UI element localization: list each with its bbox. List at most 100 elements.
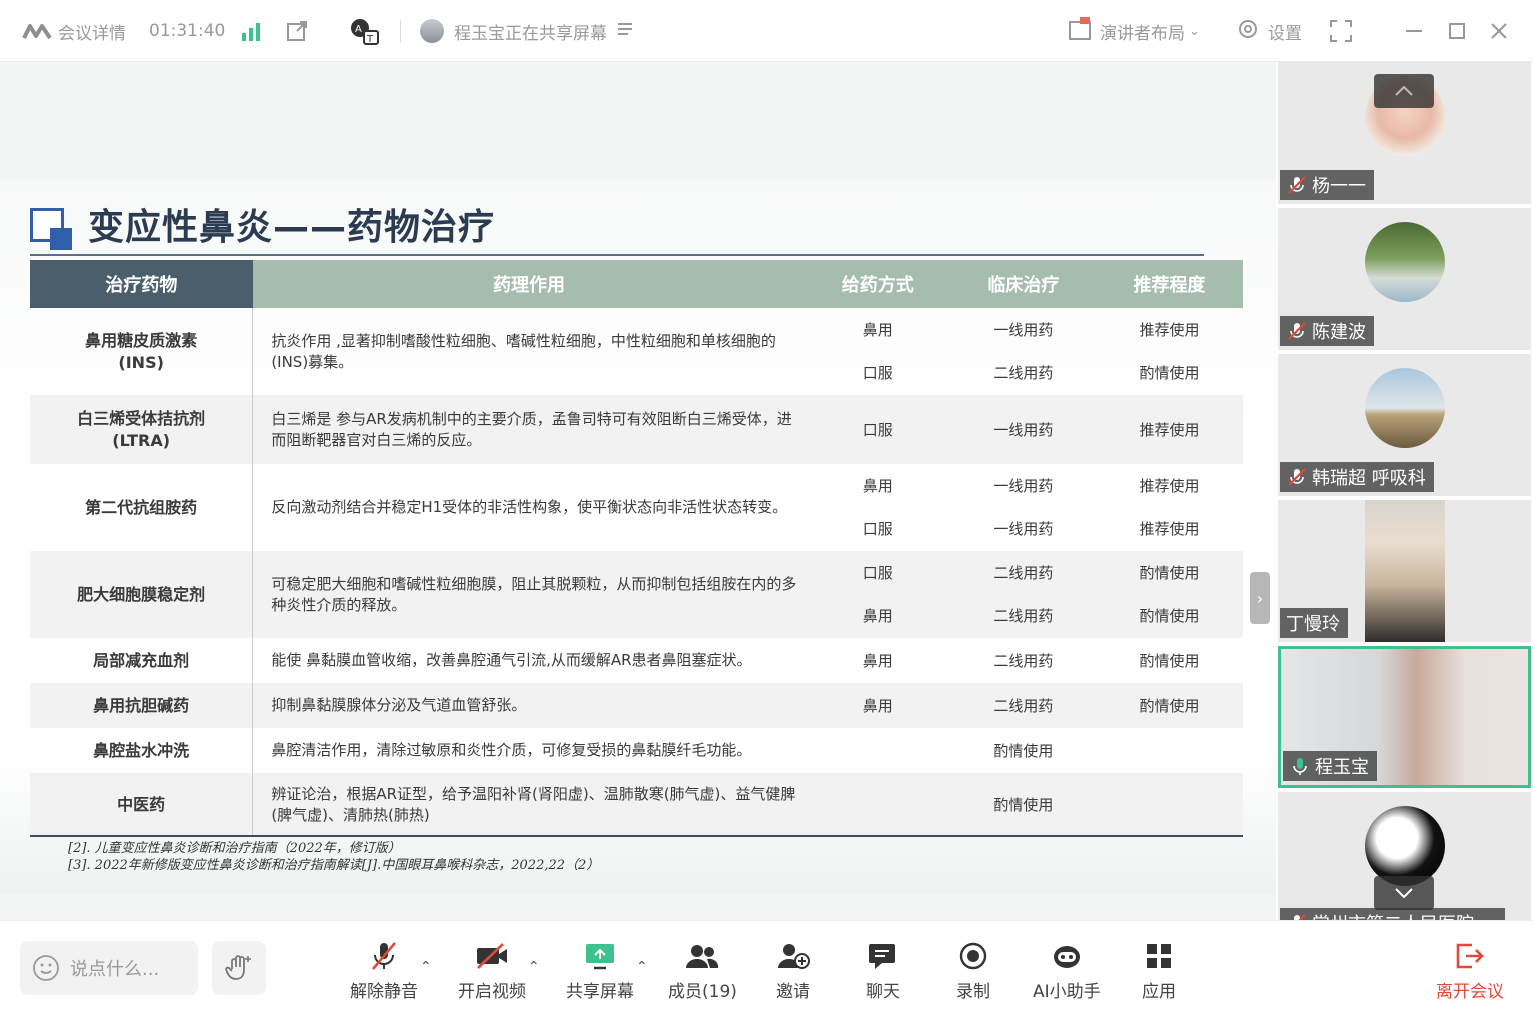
rec-text xyxy=(1096,728,1242,773)
route-text xyxy=(805,773,951,836)
participant-tile[interactable]: 陈建波 xyxy=(1278,208,1531,350)
rec-text: 推荐使用 xyxy=(1096,395,1243,464)
line-text: 二线用药 xyxy=(993,363,1054,382)
ai-label: AI小助手 xyxy=(1033,982,1101,1002)
gear-icon xyxy=(1236,17,1260,46)
share-options-caret[interactable]: ⌃ xyxy=(636,959,648,975)
participant-name: 程玉宝 xyxy=(1315,757,1369,778)
scroll-up-button[interactable] xyxy=(1374,74,1434,108)
participant-name: 丁慢玲 xyxy=(1286,614,1340,635)
table-row: 鼻用抗胆碱药 抑制鼻黏膜腺体分泌及气道血管舒张。 鼻用 二线用药 酌情使用 xyxy=(30,683,1243,728)
ai-assistant-button[interactable]: AI小助手 xyxy=(1033,939,1101,1002)
top-bar: 会议详情 01:31:40 AT 程玉宝正在共享屏幕 演讲者布局 ⌄ 设置 xyxy=(0,0,1533,62)
drug-name: 鼻用糖皮质激素 (INS) xyxy=(30,308,254,395)
svg-text:A: A xyxy=(355,24,362,35)
apps-grid-icon xyxy=(1142,939,1176,973)
table-row: 鼻腔盐水冲洗 鼻腔清洁作用，清除过敏原和炎性介质，可修复受损的鼻黏膜纤毛功能。 … xyxy=(30,728,1243,773)
rec-text: 酌情使用 xyxy=(1139,563,1200,582)
signal-icon[interactable] xyxy=(240,18,262,44)
members-label: 成员(19) xyxy=(668,982,737,1002)
svg-text:T: T xyxy=(366,34,374,45)
audio-options-caret[interactable]: ⌃ xyxy=(420,959,432,975)
table-row: 局部减充血剂 能使 鼻黏膜血管收缩，改善鼻腔通气引流,从而缓解AR患者鼻阻塞症状… xyxy=(30,638,1243,683)
leave-meeting-button[interactable]: 离开会议 xyxy=(1436,939,1504,1002)
route-text: 口服 xyxy=(862,563,893,582)
translate-icon[interactable]: AT xyxy=(350,18,380,45)
drug-abbr-text: (LTRA) xyxy=(112,430,171,450)
layout-label: 演讲者布局 xyxy=(1100,23,1185,44)
chevron-down-icon xyxy=(1395,888,1413,898)
sharer-avatar xyxy=(420,19,444,43)
line-text: 二线用药 xyxy=(993,606,1054,625)
start-video-button[interactable]: 开启视频 xyxy=(458,939,526,1002)
header-cell: 给药方式 xyxy=(805,260,951,308)
drug-name-text: 鼻用糖皮质激素 xyxy=(85,330,198,350)
exit-icon xyxy=(1453,939,1487,973)
participant-tile-active[interactable]: 程玉宝 xyxy=(1278,646,1531,788)
maximize-icon[interactable] xyxy=(1448,18,1466,44)
route-cell: 口服 鼻用 xyxy=(805,551,951,638)
line-text: 一线用药 xyxy=(993,519,1054,538)
share-screen-button[interactable]: 共享屏幕 xyxy=(566,939,634,1002)
medication-table: 治疗药物 药理作用 给药方式 临床治疗 推荐程度 鼻用糖皮质激素 (INS) 抗炎… xyxy=(30,260,1243,836)
drug-abbr-text: (INS) xyxy=(118,352,164,372)
participant-tile[interactable]: 韩瑞超 呼吸科 xyxy=(1278,354,1531,496)
drug-desc: 可稳定肥大细胞和嗜碱性粒细胞膜，阻止其脱颗粒，从而抑制包括组胺在内的多种炎性介质… xyxy=(252,551,806,638)
rec-cell: 推荐使用 酌情使用 xyxy=(1096,308,1242,395)
reference-item: [2]. 儿童变应性鼻炎诊断和治疗指南（2022年，修订版） xyxy=(68,841,401,856)
record-button[interactable]: 录制 xyxy=(956,939,990,1002)
mic-muted-icon xyxy=(1288,176,1306,194)
scroll-down-button[interactable] xyxy=(1374,876,1434,910)
settings-button[interactable]: 设置 xyxy=(1236,18,1302,44)
avatar xyxy=(1365,806,1445,886)
bottom-toolbar: 说点什么... 解除静音 ⌃ 开启视频 ⌃ 共享屏幕 ⌃ 成员(19) 邀请 聊… xyxy=(0,920,1533,1014)
drug-desc: 反向激动剂结合并稳定H1受体的非活性构象，使平衡状态向非活性状态转变。 xyxy=(271,498,788,516)
rec-text: 推荐使用 xyxy=(1139,320,1200,339)
route-text: 鼻用 xyxy=(862,652,893,670)
rec-text xyxy=(1096,773,1243,836)
apps-button[interactable]: 应用 xyxy=(1142,939,1176,1002)
members-button[interactable]: 成员(19) xyxy=(668,939,737,1002)
close-icon[interactable] xyxy=(1490,18,1508,44)
shared-screen: 变应性鼻炎——药物治疗 治疗药物 药理作用 给药方式 临床治疗 推荐程度 鼻用糖… xyxy=(0,62,1276,920)
list-icon xyxy=(617,21,633,41)
slide: 变应性鼻炎——药物治疗 治疗药物 药理作用 给药方式 临床治疗 推荐程度 鼻用糖… xyxy=(0,180,1276,894)
sharing-status[interactable]: 程玉宝正在共享屏幕 xyxy=(420,18,633,44)
line-cell: 二线用药 二线用药 xyxy=(950,551,1097,638)
route-text: 鼻用 xyxy=(862,320,893,339)
references: [2]. 儿童变应性鼻炎诊断和治疗指南（2022年，修订版） [3]. 2022… xyxy=(68,840,599,874)
record-label: 录制 xyxy=(956,982,990,1002)
chat-icon xyxy=(866,939,900,973)
drug-desc: 抑制鼻黏膜腺体分泌及气道血管舒张。 xyxy=(252,683,806,728)
meeting-info-button[interactable]: 会议详情 xyxy=(22,18,126,44)
unmute-button[interactable]: 解除静音 xyxy=(350,939,418,1002)
header-cell: 药理作用 xyxy=(252,260,806,308)
participant-name: 杨一一 xyxy=(1312,176,1366,197)
avatar xyxy=(1365,368,1445,448)
emoji-icon xyxy=(33,955,59,981)
quick-chat-input[interactable]: 说点什么... xyxy=(20,941,198,995)
table-row: 白三烯受体拮抗剂 (LTRA) 白三烯是 参与AR发病机制中的主要介质，孟鲁司特可… xyxy=(30,395,1243,464)
fullscreen-icon[interactable] xyxy=(1330,18,1352,44)
members-icon xyxy=(685,939,719,973)
participant-tile[interactable]: 丁慢玲 xyxy=(1278,500,1531,642)
minimize-icon[interactable] xyxy=(1405,18,1423,44)
ai-robot-icon xyxy=(1050,939,1084,973)
chat-button[interactable]: 聊天 xyxy=(866,939,900,1002)
drug-name-text: 白三烯受体拮抗剂 xyxy=(77,408,206,428)
video-options-caret[interactable]: ⌃ xyxy=(528,959,540,975)
layout-dropdown[interactable]: 演讲者布局 ⌄ xyxy=(1068,16,1200,44)
table-bottom-rule xyxy=(30,835,1243,837)
raise-hand-button[interactable] xyxy=(212,941,266,995)
route-text: 鼻用 xyxy=(862,476,893,495)
video-label: 开启视频 xyxy=(458,982,526,1002)
table-row: 第二代抗组胺药 反向激动剂结合并稳定H1受体的非活性构象，使平衡状态向非活性状态… xyxy=(30,464,1243,551)
popout-icon[interactable] xyxy=(285,18,309,44)
mic-muted-icon xyxy=(1288,322,1306,340)
drug-name: 鼻用抗胆碱药 xyxy=(30,683,254,728)
drug-desc: 抗炎作用 ,显著抑制嗜酸性粒细胞、嗜碱性粒细胞，中性粒细胞和单核细胞的(INS)… xyxy=(271,331,776,371)
expand-panel-handle[interactable]: › xyxy=(1250,572,1270,624)
drug-desc: 白三烯是 参与AR发病机制中的主要介质，孟鲁司特可有效阻断白三烯受体，进而阻断靶… xyxy=(252,395,806,464)
route-text: 口服 xyxy=(805,395,951,464)
invite-button[interactable]: 邀请 xyxy=(776,939,810,1002)
